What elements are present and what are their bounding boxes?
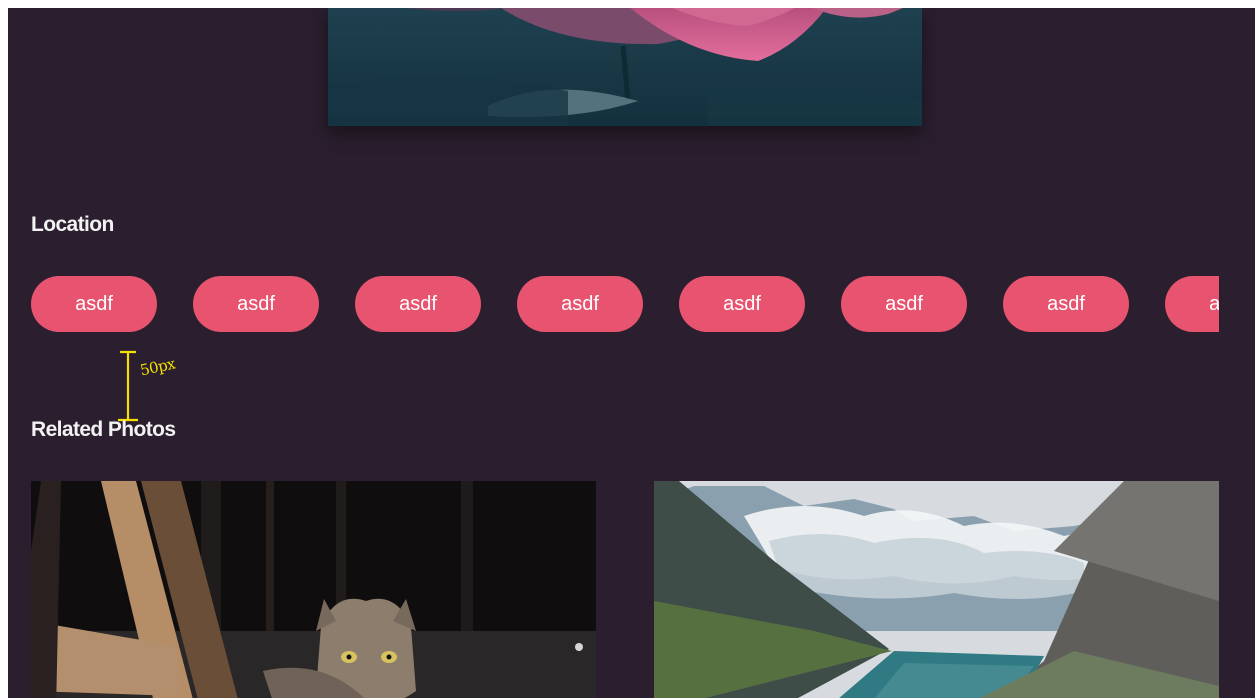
location-tag[interactable]: asdf (1003, 276, 1129, 332)
cat-image (31, 481, 596, 698)
location-tag[interactable]: asdf (841, 276, 967, 332)
location-tag[interactable]: asdf (679, 276, 805, 332)
page-container: Location asdfasdfasdfasdfasdfasdfasdfasd… (8, 8, 1255, 698)
related-photos-title: Related Photos (31, 418, 176, 441)
location-tag[interactable]: asdf (31, 276, 157, 332)
related-photo-cat[interactable] (31, 481, 596, 698)
related-photo-mountain[interactable] (654, 481, 1219, 698)
related-photos-grid (31, 481, 1219, 698)
location-tag-list: asdf asdf asdf asdf asdf asdf asdf asdf (31, 276, 1219, 333)
location-tag[interactable]: asdf (355, 276, 481, 332)
lotus-image (328, 8, 922, 126)
location-tag[interactable]: asdf (193, 276, 319, 332)
location-tag[interactable]: asdf (1165, 276, 1219, 332)
hero-image (328, 8, 922, 126)
location-tag[interactable]: asdf (517, 276, 643, 332)
location-title: Location (31, 213, 114, 236)
mountain-image (654, 481, 1219, 698)
